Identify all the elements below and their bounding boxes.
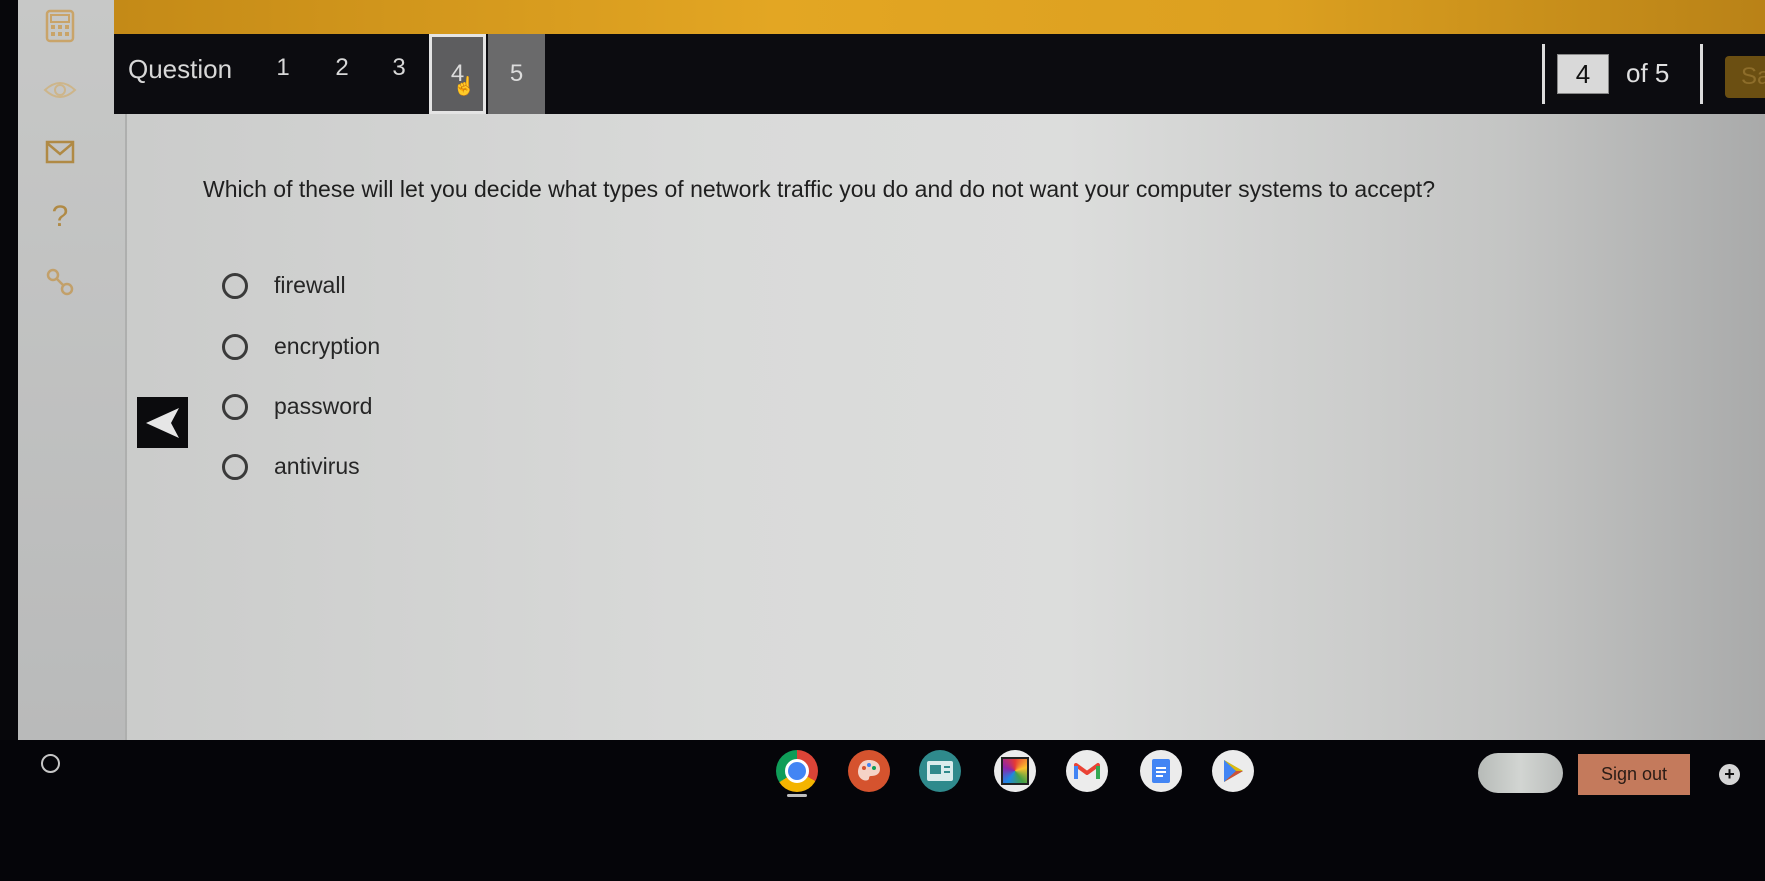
- tools-sidebar: ?: [18, 0, 127, 740]
- chrome-app-icon[interactable]: [776, 750, 818, 792]
- radio-button[interactable]: [222, 453, 248, 480]
- previous-question-button[interactable]: [137, 397, 188, 448]
- radio-button[interactable]: [222, 272, 248, 299]
- option-label: encryption: [274, 333, 381, 359]
- docs-app-icon[interactable]: [1140, 750, 1182, 792]
- sign-out-button[interactable]: Sign out: [1578, 754, 1690, 795]
- option-label: firewall: [274, 272, 346, 298]
- running-indicator: [787, 794, 807, 797]
- page-number-input[interactable]: [1557, 54, 1609, 94]
- question-1-button[interactable]: 1: [268, 54, 298, 82]
- question-text: Which of these will let you decide what …: [203, 176, 1435, 202]
- header-accent-strip: [114, 0, 1765, 36]
- question-4-button[interactable]: 4: [429, 34, 486, 114]
- question-navigator: Question 1 2 3 4 5 ☝ of 5 Sa: [114, 34, 1765, 114]
- status-tray[interactable]: [1478, 753, 1563, 793]
- divider: [1542, 44, 1545, 104]
- mail-icon[interactable]: [40, 132, 80, 172]
- save-button[interactable]: Sa: [1725, 56, 1765, 98]
- option-label: antivirus: [274, 453, 360, 479]
- eye-icon[interactable]: [40, 70, 80, 110]
- radio-button[interactable]: [222, 333, 248, 360]
- page-total: of 5: [1626, 58, 1670, 88]
- option-label: password: [274, 393, 373, 419]
- option-encryption[interactable]: encryption: [222, 333, 380, 360]
- option-password[interactable]: password: [222, 393, 372, 420]
- divider: [1700, 44, 1703, 104]
- back-arrow-icon: [145, 407, 179, 438]
- photo-app-icon[interactable]: [994, 750, 1036, 792]
- calculator-icon[interactable]: [40, 6, 80, 46]
- key-icon[interactable]: [40, 262, 80, 302]
- option-firewall[interactable]: firewall: [222, 272, 346, 299]
- paint-app-icon[interactable]: [848, 750, 890, 792]
- help-icon[interactable]: ?: [40, 197, 80, 237]
- question-5-button[interactable]: 5: [488, 34, 545, 114]
- radio-button[interactable]: [222, 393, 248, 420]
- question-3-button[interactable]: 3: [384, 54, 414, 82]
- navigator-label: Question: [128, 54, 233, 84]
- question-2-button[interactable]: 2: [327, 54, 357, 82]
- classroom-app-icon[interactable]: [919, 750, 961, 792]
- add-icon[interactable]: +: [1719, 764, 1740, 785]
- option-antivirus[interactable]: antivirus: [222, 453, 360, 480]
- hand-cursor-icon: ☝: [453, 76, 476, 96]
- launcher-icon[interactable]: [41, 754, 60, 773]
- gmail-app-icon[interactable]: [1066, 750, 1108, 792]
- play-store-app-icon[interactable]: [1212, 750, 1254, 792]
